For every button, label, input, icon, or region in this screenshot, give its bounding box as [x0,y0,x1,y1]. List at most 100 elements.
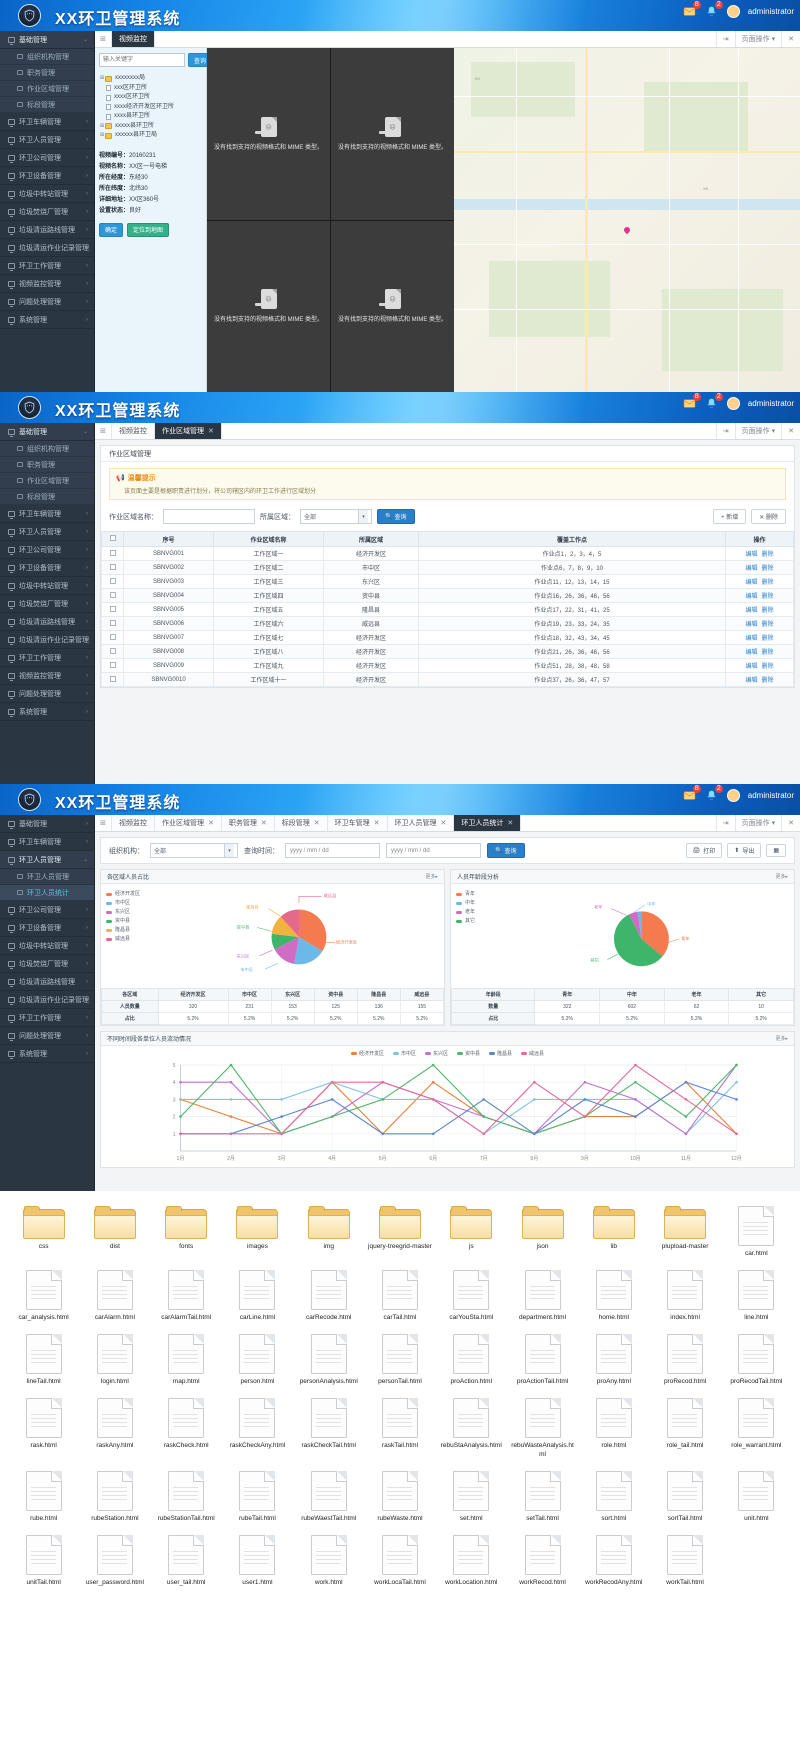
more-link[interactable]: 更多▸ [775,873,788,880]
sidebar-item-vehicle[interactable]: 环卫车辆管理 › [0,113,94,131]
bell-icon[interactable]: 2 [705,1,723,18]
file-item[interactable]: map.html [151,1329,222,1391]
sidebar-item-staff-stats[interactable]: 环卫人员统计 [0,885,94,901]
table-row[interactable]: SBNVG0010 工作区域十一 经济开发区 作业点37，26，36，47，57 编辑删… [101,672,794,687]
checkbox[interactable] [109,535,116,541]
folder-item[interactable]: json [507,1201,578,1263]
file-item[interactable]: raskCheckAny.html [222,1393,293,1464]
file-item[interactable]: workRecodAny.html [578,1530,649,1592]
more-link[interactable]: 更多▸ [775,1035,788,1042]
tree-node[interactable]: ⊞ xxxxxx县环卫局 [99,131,202,141]
sidebar-item-transfer[interactable]: 垃圾中转站管理 › [0,577,94,595]
row-checkbox-cell[interactable] [101,602,124,617]
checkbox[interactable] [109,563,116,570]
sidebar-item-issue[interactable]: 问题处理管理 › [0,1027,94,1045]
tab-post[interactable]: 职务管理 ✕ [221,815,275,831]
page-actions-menu[interactable]: 页面操作 ▾ [734,31,781,47]
sidebar-item-route[interactable]: 垃圾清运路线管理 › [0,613,94,631]
file-item[interactable]: lineTail.html [8,1329,79,1391]
print-button[interactable]: 🖨 打印 [685,843,723,858]
delete-link[interactable]: 删除 [762,650,774,656]
sidebar-item-video[interactable]: 视频监控管理 › [0,667,94,685]
sidebar-item-equipment[interactable]: 环卫设备管理 › [0,919,94,937]
sidebar-item-staff[interactable]: 环卫人员管理 › [0,131,94,149]
avatar[interactable] [726,4,740,18]
tree-node[interactable]: ⊞ xxxxxxxx局 [99,74,202,84]
video-cell[interactable]: ☹ 没有找到支持的视频格式和 MIME 类型。 [331,220,454,392]
sidebar-item-record[interactable]: 垃圾清运作业记录管理 › [0,239,94,257]
sidebar-item-route[interactable]: 垃圾清运路线管理 › [0,973,94,991]
sidebar-item-system[interactable]: 系统管理 › [0,1045,94,1063]
sidebar-item-incinerator[interactable]: 垃圾焚烧厂管理 › [0,203,94,221]
tab-staff-stats[interactable]: 环卫人员统计 ✕ [454,815,522,831]
sidebar-item-section[interactable]: 标段管理 [0,489,94,505]
delete-link[interactable]: 删除 [762,566,774,572]
sidebar-item-system[interactable]: 系统管理 › [0,311,94,329]
tab-video-monitor[interactable]: 视频监控 [112,423,155,439]
sidebar-item-basic[interactable]: 基础管理 ⌄ [0,423,94,441]
tab-work-area[interactable]: 作业区域管理 ✕ [155,423,222,439]
sidebar-item-vehicle[interactable]: 环卫车辆管理 › [0,833,94,851]
folder-item[interactable]: dist [79,1201,150,1263]
sidebar-item-staff[interactable]: 环卫人员管理 › [0,523,94,541]
file-item[interactable]: raskTail.html [364,1393,435,1464]
file-item[interactable]: proAction.html [436,1329,507,1391]
row-checkbox-cell[interactable] [101,546,124,561]
delete-link[interactable]: 删除 [762,636,774,642]
sidebar-item-record[interactable]: 垃圾清运作业记录管理 › [0,631,94,649]
grid-toggle-icon[interactable]: ▦ [766,844,786,857]
edit-link[interactable]: 编辑 [745,636,757,642]
file-item[interactable]: rubeStationTail.html [151,1466,222,1528]
file-item[interactable]: proActionTail.html [507,1329,578,1391]
file-item[interactable]: raskCheckTail.html [293,1393,364,1464]
file-item[interactable]: sortTail.html [649,1466,720,1528]
page-actions-menu[interactable]: 页面操作 ▾ [734,423,781,439]
sidebar-item-equipment[interactable]: 环卫设备管理 › [0,559,94,577]
file-item[interactable]: workTail.html [649,1530,720,1592]
delete-link[interactable]: 删除 [762,664,774,670]
folder-item[interactable]: img [293,1201,364,1263]
sidebar-item-basic[interactable]: 基础管理 › [0,815,94,833]
delete-link[interactable]: 删除 [762,622,774,628]
file-item[interactable]: car.html [721,1201,792,1263]
edit-link[interactable]: 编辑 [745,566,757,572]
folder-item[interactable]: css [8,1201,79,1263]
pin-tabs-icon[interactable]: ⊞ [95,31,112,47]
bell-icon[interactable]: 2 [705,393,723,410]
sidebar-item-workarea[interactable]: 作业区域管理 [0,81,94,97]
tab-vehicle[interactable]: 环卫车管理 ✕ [327,815,388,831]
work-area-name-input[interactable] [163,509,255,524]
close-icon[interactable]: ✕ [441,819,447,827]
file-item[interactable]: sort.html [578,1466,649,1528]
close-icon[interactable]: ✕ [507,819,513,827]
tab-staff-manage[interactable]: 环卫人员管理 ✕ [387,815,455,831]
sidebar-item-equipment[interactable]: 环卫设备管理 › [0,167,94,185]
sidebar-item-record[interactable]: 垃圾清运作业记录管理 › [0,991,94,1009]
sidebar-item-work[interactable]: 环卫工作管理 › [0,649,94,667]
pin-tabs-icon[interactable]: ⊞ [95,815,112,831]
file-item[interactable]: home.html [578,1265,649,1327]
tab-video-monitor[interactable]: 视频监控 [112,815,155,831]
row-checkbox-cell[interactable] [101,672,124,687]
file-item[interactable]: raskAny.html [79,1393,150,1464]
file-item[interactable]: user1.html [222,1530,293,1592]
sidebar-item-org[interactable]: 组织机构管理 [0,441,94,457]
delete-button[interactable]: ✕ 删除 [751,509,786,524]
file-item[interactable]: raskCheck.html [151,1393,222,1464]
file-item[interactable]: personAnalysis.html [293,1329,364,1391]
file-item[interactable]: carAlarmTail.html [151,1265,222,1327]
table-row[interactable]: SBNVG006 工作区域六 威远县 作业点19，23，33，24，35 编辑 删除 [101,616,794,631]
mail-icon[interactable]: 8 [683,1,701,18]
pin-tabs-icon[interactable]: ⊞ [95,423,112,439]
more-link[interactable]: 更多▸ [425,873,438,880]
org-select[interactable]: 全部 ▾ [150,843,238,858]
row-checkbox-cell[interactable] [101,574,124,589]
table-row[interactable]: SBNVG002 工作区域二 市中区 作业点6，7，8，9，10 编辑 删除 [101,560,794,575]
file-item[interactable]: car_analysis.html [8,1265,79,1327]
close-icon[interactable]: ✕ [781,815,800,831]
region-select[interactable]: 全部 ▾ [300,509,372,524]
bell-icon[interactable]: 2 [705,785,723,802]
sidebar-item-staff[interactable]: 环卫人员管理 ⌄ [0,851,94,869]
checkbox[interactable] [109,675,116,682]
file-item[interactable]: carTail.html [364,1265,435,1327]
